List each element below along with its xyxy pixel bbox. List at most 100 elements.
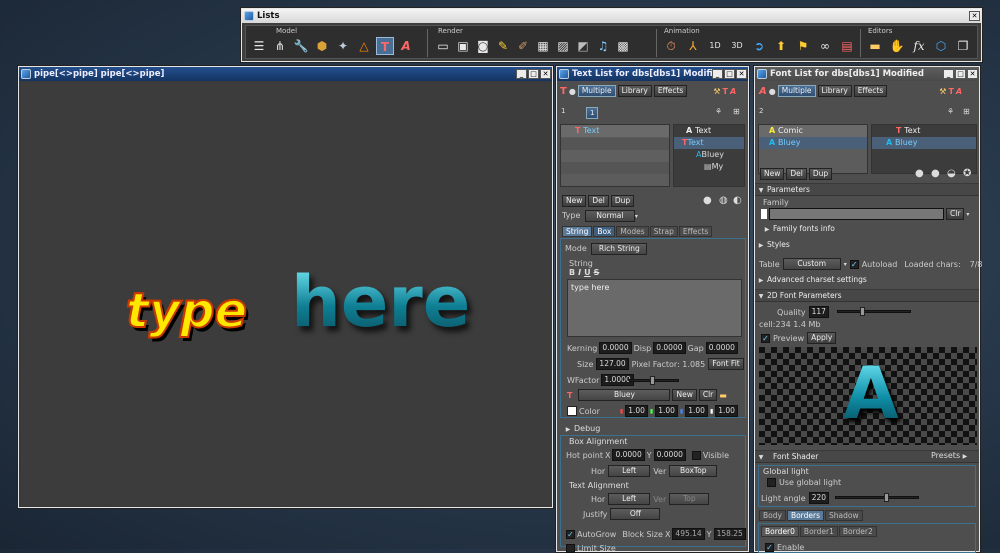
bulb-icon[interactable]: ✎ [494, 37, 512, 55]
bold-button[interactable]: B [569, 268, 575, 277]
gap-field[interactable]: 0.0000 [705, 342, 738, 354]
advanced-charset-section[interactable]: ▶ Advanced charset settings [755, 274, 979, 287]
tree-item[interactable]: TText [674, 137, 744, 149]
multiple-button[interactable]: Multiple [777, 85, 816, 97]
hor-select[interactable]: Left [608, 465, 651, 477]
fontfit-button[interactable]: Font Fit [708, 358, 744, 370]
maximize-icon[interactable]: □ [955, 69, 966, 79]
tree-item[interactable]: A Text [674, 125, 744, 137]
wfactor-slider[interactable] [629, 376, 679, 385]
dup-button[interactable]: Dup [808, 168, 833, 180]
anim-3d-icon[interactable]: 3D [728, 37, 746, 55]
globe-icon[interactable]: ◍ [719, 195, 728, 206]
textlist-titlebar[interactable]: Text List for dbs[dbs1] Modified _ □ ✕ [557, 67, 748, 81]
family-swatch[interactable] [761, 209, 767, 219]
tab-strap[interactable]: Strap [649, 226, 678, 237]
enable-checkbox[interactable]: ✓ [765, 543, 774, 552]
sphere-icon[interactable]: ● [703, 195, 712, 206]
hand-icon[interactable]: ✋ [888, 37, 906, 55]
hotpoint-y-field[interactable]: 0.0000 [653, 449, 686, 461]
box-icon[interactable]: ▣ [454, 37, 472, 55]
table-select[interactable]: Custom [782, 258, 841, 270]
hotpoint-x-field[interactable]: 0.0000 [612, 449, 645, 461]
styles-section[interactable]: ▶ Styles [755, 239, 979, 252]
axes-icon[interactable]: ⅄ [684, 37, 702, 55]
tree-icon[interactable]: ⚘ [715, 107, 722, 116]
apply-button[interactable]: Apply [807, 332, 837, 344]
play-circle-icon[interactable]: ➲ [750, 37, 768, 55]
presets-button[interactable]: Presets ▶ [931, 451, 967, 460]
wrench-icon[interactable]: 🔧 [292, 37, 310, 55]
text-A-icon[interactable]: A [397, 37, 415, 55]
dot-icon[interactable]: ● [569, 87, 576, 96]
strike-button[interactable]: S [594, 268, 600, 277]
use-global-light-checkbox[interactable] [767, 478, 776, 487]
tree-icon[interactable]: ⚘ [947, 107, 954, 116]
quality-slider[interactable] [837, 307, 911, 316]
font2d-section[interactable]: ▼ 2D Font Parameters [755, 289, 979, 302]
hierarchy-icon[interactable]: ⊞ [963, 107, 970, 116]
minimize-icon[interactable]: _ [943, 69, 954, 79]
link-icon[interactable]: ∞ [816, 37, 834, 55]
del-button[interactable]: Del [786, 168, 807, 180]
folder-icon[interactable]: ▬ [719, 391, 727, 400]
family-clr-button[interactable]: Clr [946, 208, 965, 220]
visible-checkbox[interactable] [691, 450, 701, 460]
close-icon[interactable]: ✕ [736, 69, 747, 79]
tree-item[interactable]: A Bluey [872, 137, 976, 149]
tools-icon[interactable]: ⚒ [713, 87, 720, 96]
light-angle-field[interactable]: 220 [808, 492, 830, 504]
text-A-icon[interactable]: A [730, 87, 736, 96]
color-swatch[interactable] [567, 406, 577, 416]
tree-item[interactable]: ABluey [674, 149, 744, 161]
color-g-field[interactable]: 1.00 [655, 405, 678, 417]
justify-select[interactable]: Off [610, 508, 661, 520]
tab-modes[interactable]: Modes [616, 226, 649, 237]
tools-icon[interactable]: ⚒ [939, 87, 946, 96]
minimize-icon[interactable]: _ [712, 69, 723, 79]
grid-icon[interactable]: ▩ [614, 37, 632, 55]
family-field[interactable] [769, 208, 944, 220]
close-icon[interactable]: ✕ [967, 69, 978, 79]
cube-icon[interactable]: ⬢ [313, 37, 331, 55]
font-items-list[interactable]: A Comic A Bluey [758, 124, 868, 174]
maximize-icon[interactable]: □ [724, 69, 735, 79]
list-item[interactable]: T Text [561, 125, 669, 137]
text-A-icon-2[interactable]: A [956, 87, 962, 96]
preview-checkbox[interactable]: ✓ [761, 333, 770, 343]
sphere-icon[interactable]: ● [915, 168, 924, 179]
autoload-checkbox[interactable]: ✓ [849, 259, 859, 269]
new-button[interactable]: New [562, 195, 587, 207]
disp-field[interactable]: 0.0000 [653, 342, 686, 354]
marker-icon[interactable]: ⬆ [772, 37, 790, 55]
effects-button[interactable]: Effects [853, 85, 888, 97]
color-r-field[interactable]: 1.00 [625, 405, 648, 417]
tab-border1[interactable]: Border1 [799, 526, 838, 537]
hierarchy-icon[interactable]: ⋔ [271, 37, 289, 55]
music-icon[interactable]: ♫ [594, 37, 612, 55]
menu-icon[interactable]: ☰ [250, 37, 268, 55]
text-T-icon[interactable]: T [560, 86, 567, 97]
cube-blue-icon[interactable]: ⬡ [932, 37, 950, 55]
picture-icon[interactable]: ▨ [554, 37, 572, 55]
contrast-icon[interactable]: ◐ [733, 195, 742, 206]
library-button[interactable]: Library [617, 85, 652, 97]
gear-icon[interactable]: ✪ [963, 168, 971, 179]
text-T-icon-2[interactable]: T [723, 87, 728, 96]
list-item[interactable]: A Bluey [759, 137, 867, 149]
effects-button[interactable]: Effects [653, 85, 688, 97]
dot-icon[interactable]: ● [769, 87, 776, 96]
folder-icon[interactable]: ▬ [866, 37, 884, 55]
puzzle-icon[interactable]: ✦ [334, 37, 352, 55]
debug-section[interactable]: ▶ Debug [562, 424, 601, 433]
tree-item[interactable]: ▤My [674, 161, 744, 173]
fx-icon[interactable]: fx [910, 37, 928, 55]
del-button[interactable]: Del [588, 195, 609, 207]
type-select[interactable]: Normal [584, 210, 635, 222]
tab-border0[interactable]: Border0 [761, 526, 799, 537]
stopwatch-icon[interactable]: ⏱ [662, 37, 680, 55]
text-T-icon[interactable]: T [948, 87, 953, 96]
tab-shadow[interactable]: Shadow [825, 510, 863, 521]
parameters-section[interactable]: ▼ Parameters [755, 183, 979, 196]
lists-titlebar[interactable]: Lists ✕ [242, 9, 981, 23]
